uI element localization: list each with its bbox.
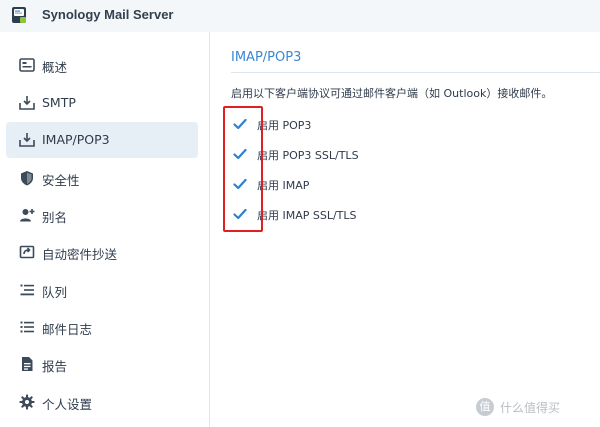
- section-description: 启用以下客户端协议可通过邮件客户端（如 Outlook）接收邮件。: [231, 87, 553, 100]
- report-icon: [22, 357, 33, 371]
- watermark-text: 什么值得买: [500, 400, 561, 415]
- sidebar-item-auto-bcc[interactable]: 自动密件抄送: [6, 234, 198, 270]
- sidebar-item-label: IMAP/POP3: [42, 132, 110, 147]
- sidebar-item-queue[interactable]: 队列: [6, 272, 198, 308]
- checkmark-icon: [233, 148, 247, 160]
- auto-forward-icon: [19, 245, 35, 259]
- user-add-icon: [20, 209, 35, 222]
- checkmark-icon: [233, 118, 247, 130]
- shield-icon: [21, 171, 33, 186]
- sidebar-item-security[interactable]: 安全性: [6, 160, 198, 196]
- sidebar-item-label: 安全性: [42, 173, 80, 188]
- section-title: IMAP/POP3: [231, 50, 302, 65]
- section-divider: [231, 72, 600, 73]
- checkbox-label: 启用 IMAP: [257, 179, 310, 192]
- mail-server-app-icon: [12, 7, 26, 23]
- overview-icon: [19, 58, 35, 72]
- sidebar-item-alias[interactable]: 别名: [6, 197, 198, 233]
- checkmark-icon: [233, 208, 247, 220]
- sidebar: 概述 SMTP IMAP/POP3 安全性 别名 自动密件抄送 队列 邮件日志 …: [0, 32, 210, 427]
- checkbox-label: 启用 IMAP SSL/TLS: [257, 209, 357, 222]
- sidebar-item-personal-settings[interactable]: 个人设置: [6, 384, 198, 420]
- sidebar-item-label: 邮件日志: [42, 322, 93, 337]
- sidebar-item-label: 概述: [42, 60, 68, 75]
- enable-pop3-checkbox[interactable]: 启用 POP3: [233, 115, 453, 133]
- watermark-logo: 值: [476, 398, 494, 416]
- title-bar: Synology Mail Server: [0, 0, 600, 32]
- sidebar-item-label: 别名: [42, 210, 68, 225]
- enable-pop3-ssl-tls-checkbox[interactable]: 启用 POP3 SSL/TLS: [233, 145, 453, 163]
- gear-icon: [19, 394, 35, 410]
- enable-imap-ssl-tls-checkbox[interactable]: 启用 IMAP SSL/TLS: [233, 205, 453, 223]
- sidebar-item-label: 报告: [42, 359, 68, 374]
- sidebar-item-mail-log[interactable]: 邮件日志: [6, 309, 198, 345]
- inbox-download-icon: [19, 96, 35, 110]
- sidebar-item-smtp[interactable]: SMTP: [6, 85, 198, 121]
- sidebar-item-label: 自动密件抄送: [42, 247, 118, 262]
- enable-imap-checkbox[interactable]: 启用 IMAP: [233, 175, 453, 193]
- watermark: 值 什么值得买: [476, 398, 560, 416]
- inbox-download-icon: [19, 133, 35, 147]
- queue-list-icon: [20, 284, 34, 296]
- checkbox-label: 启用 POP3 SSL/TLS: [257, 149, 359, 162]
- checkbox-label: 启用 POP3: [257, 119, 312, 132]
- sidebar-item-label: SMTP: [42, 95, 76, 110]
- sidebar-item-report[interactable]: 报告: [6, 346, 198, 382]
- sidebar-item-label: 队列: [42, 285, 68, 300]
- checkmark-icon: [233, 178, 247, 190]
- sidebar-item-label: 个人设置: [42, 397, 93, 412]
- sidebar-item-overview[interactable]: 概述: [6, 47, 198, 83]
- sidebar-item-imap-pop3[interactable]: IMAP/POP3: [6, 122, 198, 158]
- log-list-icon: [20, 321, 34, 333]
- app-title: Synology Mail Server: [42, 7, 174, 22]
- main-panel: IMAP/POP3 启用以下客户端协议可通过邮件客户端（如 Outlook）接收…: [211, 32, 600, 427]
